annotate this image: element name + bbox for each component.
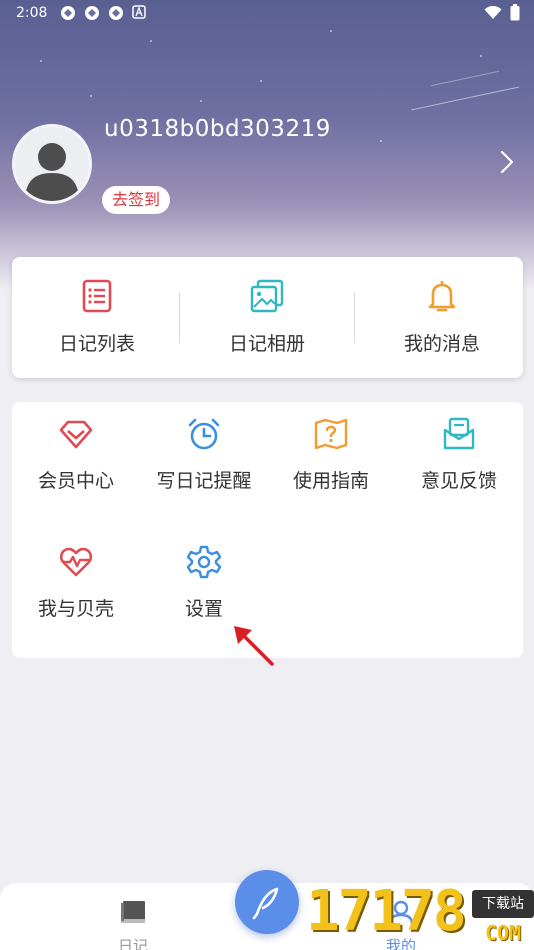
notification-app-icon (85, 6, 99, 20)
feather-pen-icon (252, 887, 279, 920)
diary-book-icon (121, 901, 145, 923)
grid-label: 意见反馈 (420, 470, 497, 492)
write-diary-button[interactable] (235, 870, 299, 934)
chevron-right-icon[interactable] (500, 150, 514, 174)
wifi-icon (484, 5, 502, 19)
divider (179, 293, 180, 343)
diamond-icon (59, 420, 93, 449)
status-time: 2:08 (16, 5, 48, 21)
status-bar: 2:08 (0, 0, 534, 28)
grid-diary-reminder[interactable]: 写日记提醒 (140, 402, 268, 512)
grid-user-guide[interactable]: 使用指南 (267, 402, 395, 512)
gear-icon (186, 545, 222, 579)
notification-app-icon (109, 6, 123, 20)
alarm-clock-icon (188, 418, 220, 450)
guide-map-icon (314, 418, 348, 450)
grid-feedback[interactable]: 意见反馈 (395, 402, 523, 512)
avatar[interactable] (12, 124, 92, 204)
quick-diary-list[interactable]: 日记列表 (12, 257, 182, 378)
battery-icon (510, 4, 520, 21)
site-watermark: 17178 下载站 COM (306, 880, 534, 950)
heart-pulse-icon (59, 547, 93, 577)
notification-app-icon (61, 6, 75, 20)
quick-label: 我的消息 (403, 333, 480, 355)
default-avatar-icon (25, 143, 79, 201)
feedback-mail-icon (443, 417, 475, 450)
signin-button[interactable]: 去签到 (102, 186, 171, 214)
watermark-suffix: COM (484, 921, 522, 945)
grid-label: 写日记提醒 (156, 470, 252, 492)
quick-my-messages[interactable]: 我的消息 (357, 257, 527, 378)
quick-actions-card: 日记列表 日记相册 我的消息 (12, 257, 523, 378)
grid-label: 会员中心 (37, 470, 114, 492)
grid-me-and-beike[interactable]: 我与贝壳 (12, 530, 140, 640)
username[interactable]: u0318b0bd303219 (104, 116, 331, 142)
quick-label: 日记列表 (58, 333, 135, 355)
watermark-badge: 下载站 (472, 890, 534, 918)
annotation-arrow (234, 626, 274, 666)
bell-icon (428, 281, 456, 312)
divider (354, 293, 355, 343)
watermark-digits: 17178 (306, 879, 467, 944)
quick-diary-album[interactable]: 日记相册 (182, 257, 352, 378)
tab-diary[interactable]: 日记 (58, 883, 208, 950)
notification-a-icon (132, 5, 146, 19)
tab-label: 日记 (117, 937, 148, 950)
notification-icons (60, 5, 146, 21)
grid-member-center[interactable]: 会员中心 (12, 402, 140, 512)
grid-label: 使用指南 (292, 470, 369, 492)
list-icon (82, 279, 112, 313)
quick-label: 日记相册 (228, 333, 305, 355)
grid-label: 设置 (184, 598, 223, 620)
grid-label: 我与贝壳 (37, 598, 114, 620)
photo-album-icon (250, 279, 284, 313)
